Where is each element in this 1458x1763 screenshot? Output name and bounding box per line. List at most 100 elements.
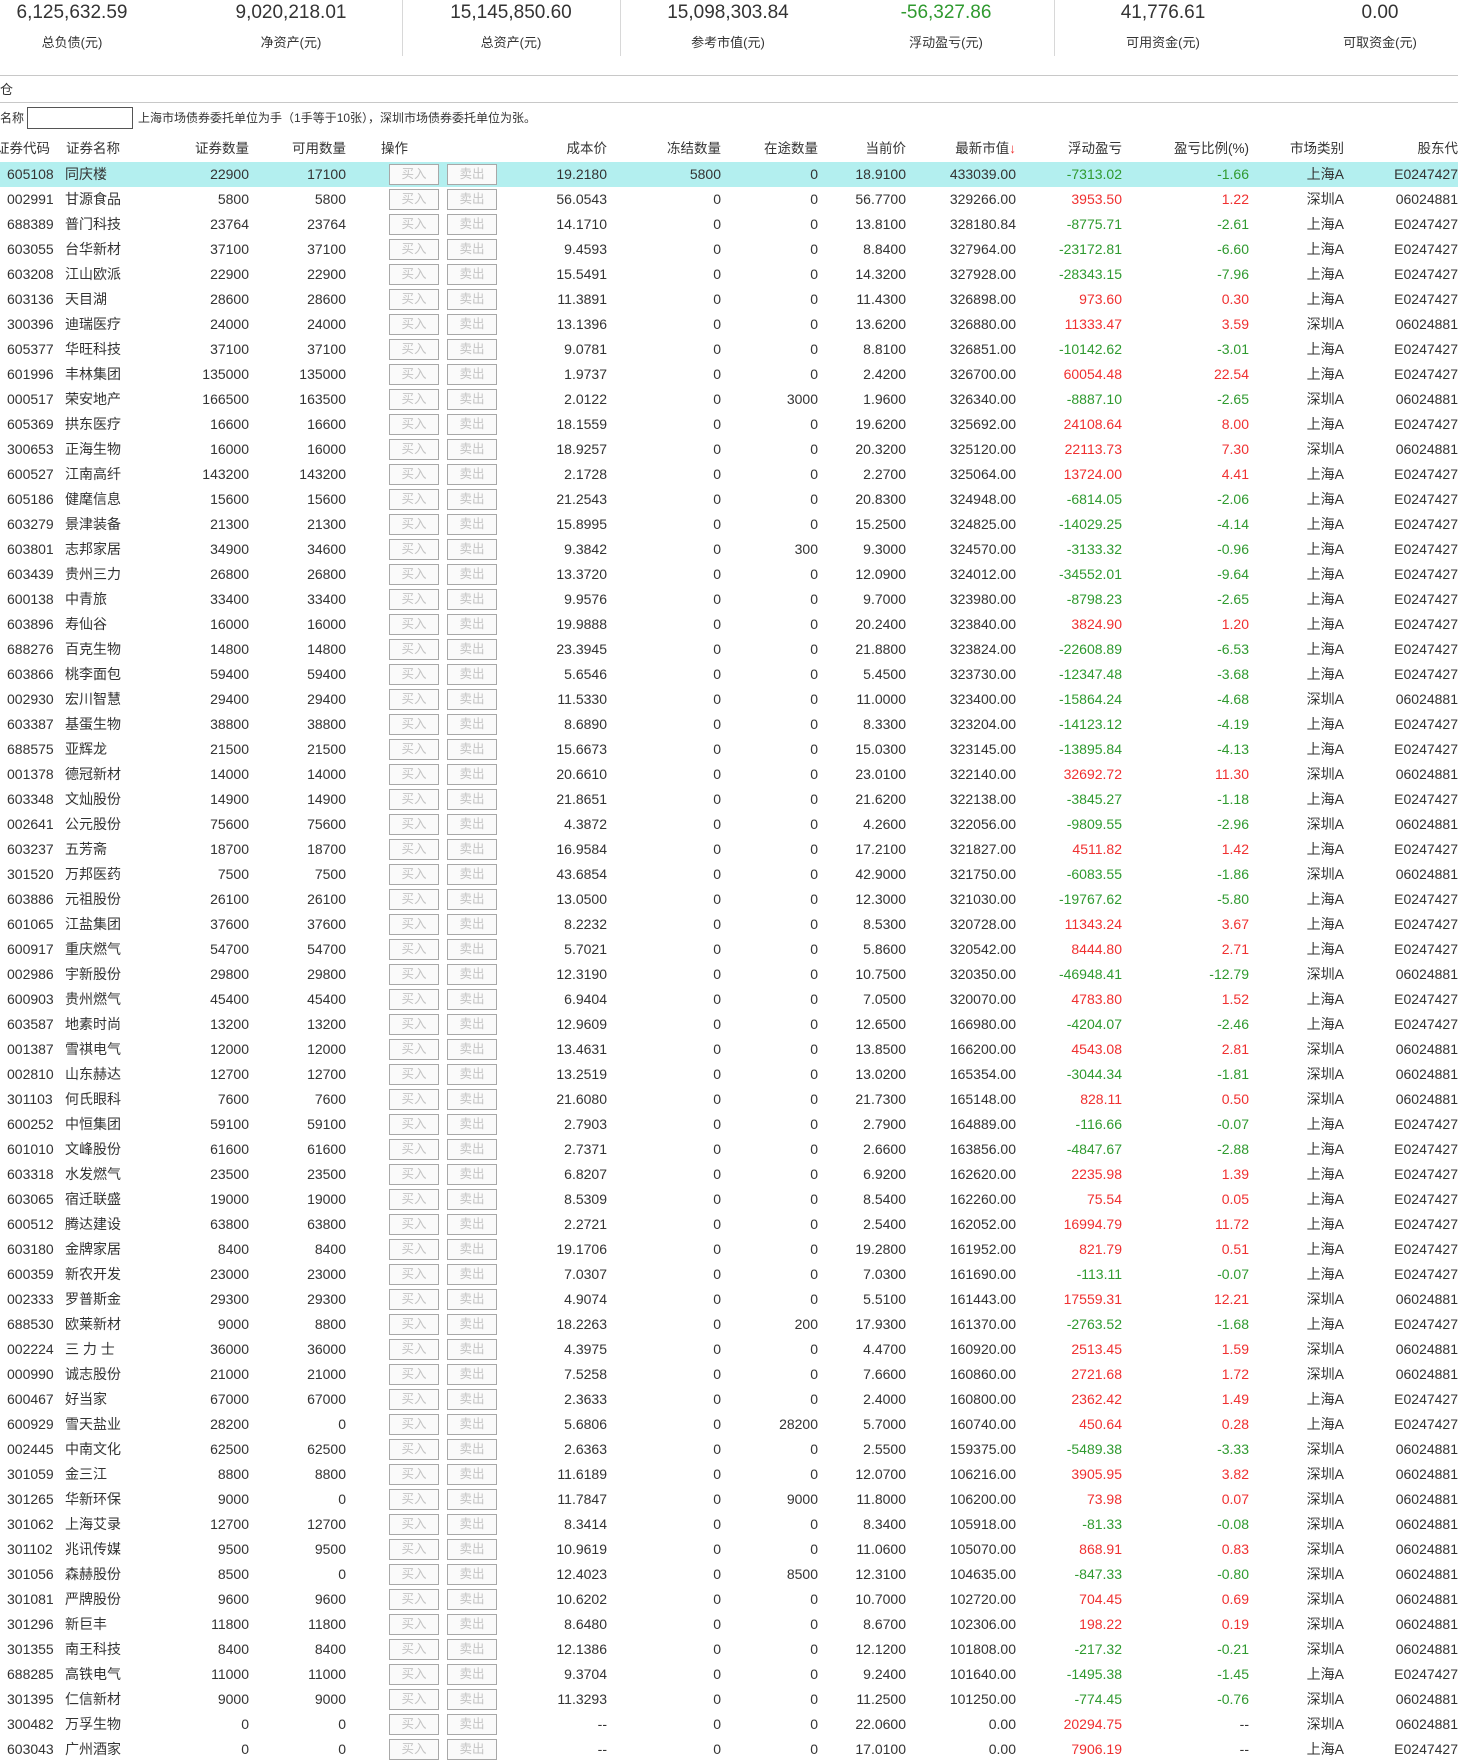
sell-button[interactable]: 卖出 [447,714,497,735]
tab-positions[interactable]: 仓 [0,82,13,97]
column-header[interactable]: 证券代码 [0,136,62,162]
table-row[interactable]: 600527 江南高纤 143200 143200 买入 卖出 2.1728 0 0 2.2700… [0,462,1458,487]
buy-button[interactable]: 买入 [389,714,439,735]
buy-button[interactable]: 买入 [389,1464,439,1485]
buy-button[interactable]: 买入 [389,1639,439,1660]
name-filter-input[interactable] [27,107,134,129]
column-header[interactable]: 股东代 [1344,136,1458,162]
sell-button[interactable]: 卖出 [447,1539,497,1560]
table-row[interactable]: 601010 文峰股份 61600 61600 买入 卖出 2.7371 0 0 2.6600 16… [0,1137,1458,1162]
table-row[interactable]: 301395 仁信新材 9000 9000 买入 卖出 11.3293 0 0 11.2500 10… [0,1687,1458,1712]
table-row[interactable]: 603279 景津装备 21300 21300 买入 卖出 15.8995 0 0 15.2500… [0,512,1458,537]
table-row[interactable]: 603043 广州酒家 0 0 买入 卖出 -- 0 0 17.0100 0.00 7906.19 --… [0,1737,1458,1762]
buy-button[interactable]: 买入 [389,1739,439,1760]
sell-button[interactable]: 卖出 [447,264,497,285]
table-row[interactable]: 600929 雪天盐业 28200 0 买入 卖出 5.6806 0 28200 5.7000 16… [0,1412,1458,1437]
buy-button[interactable]: 买入 [389,1089,439,1110]
buy-button[interactable]: 买入 [389,464,439,485]
sell-button[interactable]: 卖出 [447,739,497,760]
column-header[interactable]: 浮动盈亏 [1016,136,1122,162]
sell-button[interactable]: 卖出 [447,1339,497,1360]
buy-button[interactable]: 买入 [389,1014,439,1035]
sell-button[interactable]: 卖出 [447,539,497,560]
table-row[interactable]: 301355 南王科技 8400 8400 买入 卖出 12.1386 0 0 12.1200 10… [0,1637,1458,1662]
table-row[interactable]: 603318 水发燃气 23500 23500 买入 卖出 6.8207 0 0 6.9200 16… [0,1162,1458,1187]
sell-button[interactable]: 卖出 [447,1714,497,1735]
buy-button[interactable]: 买入 [389,739,439,760]
buy-button[interactable]: 买入 [389,1514,439,1535]
sell-button[interactable]: 卖出 [447,464,497,485]
sell-button[interactable]: 卖出 [447,1139,497,1160]
sell-button[interactable]: 卖出 [447,1089,497,1110]
table-row[interactable]: 603180 金牌家居 8400 8400 买入 卖出 19.1706 0 0 19.2800 16… [0,1237,1458,1262]
sell-button[interactable]: 卖出 [447,339,497,360]
sell-button[interactable]: 卖出 [447,989,497,1010]
buy-button[interactable]: 买入 [389,914,439,935]
buy-button[interactable]: 买入 [389,789,439,810]
table-row[interactable]: 605377 华旺科技 37100 37100 买入 卖出 9.0781 0 0 8.8100 32… [0,337,1458,362]
column-header[interactable]: 在途数量 [721,136,818,162]
table-row[interactable]: 301520 万邦医药 7500 7500 买入 卖出 43.6854 0 0 42.9000 32… [0,862,1458,887]
table-row[interactable]: 002930 宏川智慧 29400 29400 买入 卖出 11.5330 0 0 11.0000… [0,687,1458,712]
sell-button[interactable]: 卖出 [447,514,497,535]
table-row[interactable]: 600359 新农开发 23000 23000 买入 卖出 7.0307 0 0 7.0300 16… [0,1262,1458,1287]
buy-button[interactable]: 买入 [389,364,439,385]
table-row[interactable]: 603587 地素时尚 13200 13200 买入 卖出 12.9609 0 0 12.6500… [0,1012,1458,1037]
buy-button[interactable]: 买入 [389,1489,439,1510]
buy-button[interactable]: 买入 [389,1589,439,1610]
sell-button[interactable]: 卖出 [447,664,497,685]
table-row[interactable]: 605369 拱东医疗 16600 16600 买入 卖出 18.1559 0 0 19.6200… [0,412,1458,437]
sell-button[interactable]: 卖出 [447,314,497,335]
sell-button[interactable]: 卖出 [447,864,497,885]
sell-button[interactable]: 卖出 [447,239,497,260]
sell-button[interactable]: 卖出 [447,1589,497,1610]
buy-button[interactable]: 买入 [389,214,439,235]
buy-button[interactable]: 买入 [389,1164,439,1185]
table-row[interactable]: 002641 公元股份 75600 75600 买入 卖出 4.3872 0 0 4.2600 32… [0,812,1458,837]
buy-button[interactable]: 买入 [389,1314,439,1335]
sell-button[interactable]: 卖出 [447,1214,497,1235]
buy-button[interactable]: 买入 [389,1039,439,1060]
table-row[interactable]: 301102 兆讯传媒 9500 9500 买入 卖出 10.9619 0 0 11.0600 10… [0,1537,1458,1562]
buy-button[interactable]: 买入 [389,1339,439,1360]
table-row[interactable]: 301296 新巨丰 11800 11800 买入 卖出 8.6480 0 0 8.6700 102… [0,1612,1458,1637]
buy-button[interactable]: 买入 [389,1714,439,1735]
table-row[interactable]: 603348 文灿股份 14900 14900 买入 卖出 21.8651 0 0 21.6200… [0,787,1458,812]
table-row[interactable]: 600467 好当家 67000 67000 买入 卖出 2.3633 0 0 2.4000 160… [0,1387,1458,1412]
sell-button[interactable]: 卖出 [447,614,497,635]
table-row[interactable]: 000990 诚志股份 21000 21000 买入 卖出 7.5258 0 0 7.6600 16… [0,1362,1458,1387]
table-row[interactable]: 002445 中南文化 62500 62500 买入 卖出 2.6363 0 0 2.5500 15… [0,1437,1458,1462]
table-row[interactable]: 688285 高铁电气 11000 11000 买入 卖出 9.3704 0 0 9.2400 10… [0,1662,1458,1687]
sell-button[interactable]: 卖出 [447,1639,497,1660]
buy-button[interactable]: 买入 [389,1189,439,1210]
buy-button[interactable]: 买入 [389,814,439,835]
table-row[interactable]: 600138 中青旅 33400 33400 买入 卖出 9.9576 0 0 9.7000 323… [0,587,1458,612]
buy-button[interactable]: 买入 [389,539,439,560]
column-header[interactable]: 成本价 [510,136,608,162]
buy-button[interactable]: 买入 [389,389,439,410]
sell-button[interactable]: 卖出 [447,289,497,310]
table-row[interactable]: 603237 五芳斋 18700 18700 买入 卖出 16.9584 0 0 17.2100 3… [0,837,1458,862]
table-row[interactable]: 301062 上海艾录 12700 12700 买入 卖出 8.3414 0 0 8.3400 10… [0,1512,1458,1537]
column-header[interactable]: 当前价 [818,136,907,162]
table-row[interactable]: 001378 德冠新材 14000 14000 买入 卖出 20.6610 0 0 23.0100… [0,762,1458,787]
table-row[interactable]: 601065 江盐集团 37600 37600 买入 卖出 8.2232 0 0 8.5300 32… [0,912,1458,937]
sell-button[interactable]: 卖出 [447,1014,497,1035]
buy-button[interactable]: 买入 [389,1114,439,1135]
sell-button[interactable]: 卖出 [447,789,497,810]
buy-button[interactable]: 买入 [389,489,439,510]
table-row[interactable]: 600903 贵州燃气 45400 45400 买入 卖出 6.9404 0 0 7.0500 32… [0,987,1458,1012]
sell-button[interactable]: 卖出 [447,1689,497,1710]
sell-button[interactable]: 卖出 [447,1264,497,1285]
sell-button[interactable]: 卖出 [447,1439,497,1460]
buy-button[interactable]: 买入 [389,239,439,260]
table-row[interactable]: 603387 基蛋生物 38800 38800 买入 卖出 8.6890 0 0 8.3300 32… [0,712,1458,737]
buy-button[interactable]: 买入 [389,1214,439,1235]
table-row[interactable]: 603055 台华新材 37100 37100 买入 卖出 9.4593 0 0 8.8400 32… [0,237,1458,262]
sell-button[interactable]: 卖出 [447,1039,497,1060]
table-row[interactable]: 603801 志邦家居 34900 34600 买入 卖出 9.3842 0 300 9.3000… [0,537,1458,562]
table-row[interactable]: 301059 金三江 8800 8800 买入 卖出 11.6189 0 0 12.0700 106… [0,1462,1458,1487]
buy-button[interactable]: 买入 [389,839,439,860]
buy-button[interactable]: 买入 [389,639,439,660]
table-row[interactable]: 603439 贵州三力 26800 26800 买入 卖出 13.3720 0 0 12.0900… [0,562,1458,587]
